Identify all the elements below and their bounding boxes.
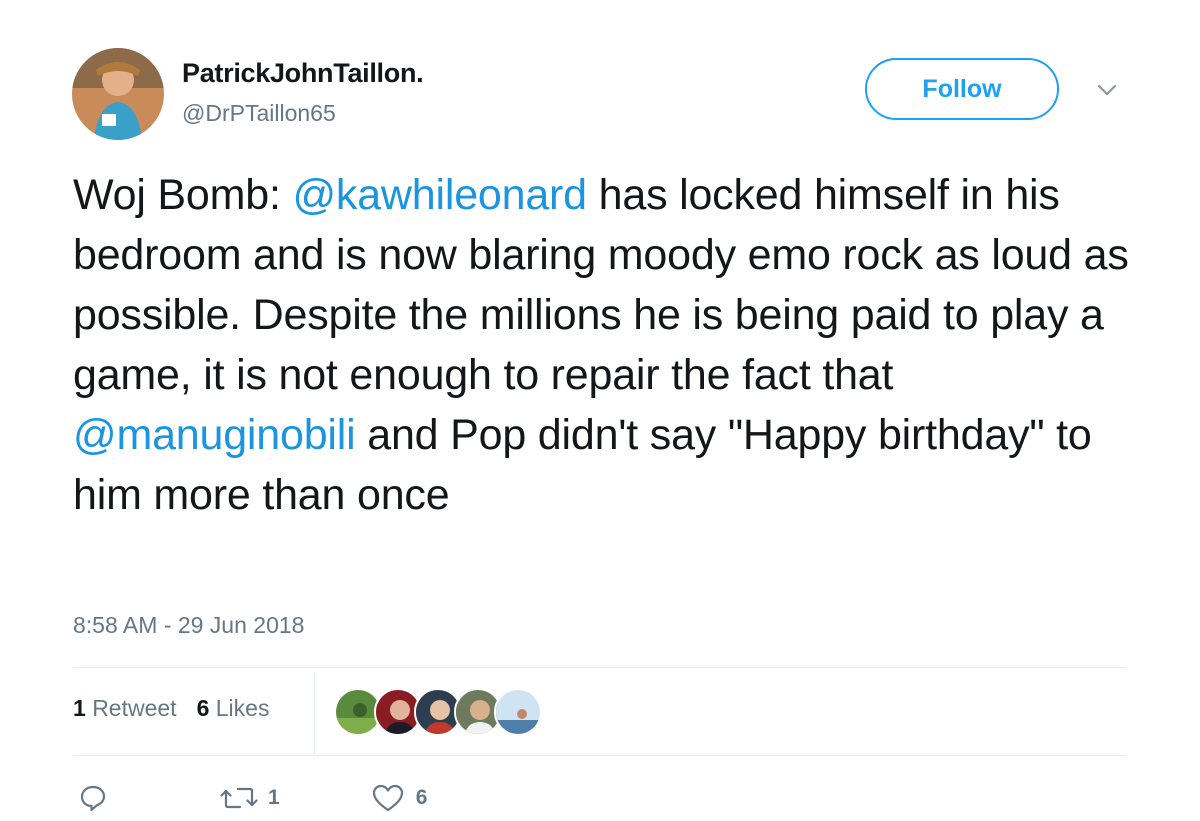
follow-button[interactable]: Follow: [865, 58, 1059, 120]
reply-button[interactable]: [78, 783, 108, 813]
tweet-stats: 1 Retweet 6 Likes: [73, 695, 269, 722]
retweet-count: 1: [268, 786, 280, 809]
reply-icon: [78, 783, 108, 813]
likes-stat[interactable]: 6 Likes: [197, 695, 270, 722]
tweet-text-part: Woj Bomb:: [73, 171, 293, 219]
retweet-icon: [220, 783, 258, 813]
user-display-name[interactable]: PatrickJohnTaillon.: [182, 58, 424, 89]
like-count: 6: [415, 786, 428, 809]
user-handle[interactable]: @DrPTaillon65: [182, 100, 336, 127]
retweet-stat-label: Retweet: [92, 695, 177, 721]
mention-link[interactable]: @manuginobili: [73, 411, 356, 459]
divider: [73, 755, 1126, 756]
like-button[interactable]: 6: [372, 783, 428, 813]
tweet-actions: 1 6: [78, 783, 427, 813]
retweet-stat[interactable]: 1 Retweet: [73, 695, 177, 722]
retweet-stat-count: 1: [73, 695, 86, 721]
stats-separator: [314, 672, 315, 754]
likes-stat-count: 6: [196, 695, 210, 721]
avatar[interactable]: [72, 48, 164, 140]
mention-link[interactable]: @kawhileonard: [292, 171, 587, 219]
divider: [73, 667, 1126, 668]
likes-stat-label: Likes: [215, 695, 270, 721]
retweet-button[interactable]: 1: [220, 783, 280, 813]
liker-avatar[interactable]: [494, 688, 542, 736]
liker-avatars: [334, 688, 542, 736]
tweet-text: Woj Bomb: @kawhileonard has locked himse…: [73, 165, 1163, 525]
like-icon: [372, 783, 404, 813]
chevron-down-icon[interactable]: [1095, 78, 1119, 102]
tweet-timestamp[interactable]: 8:58 AM - 29 Jun 2018: [73, 612, 304, 639]
